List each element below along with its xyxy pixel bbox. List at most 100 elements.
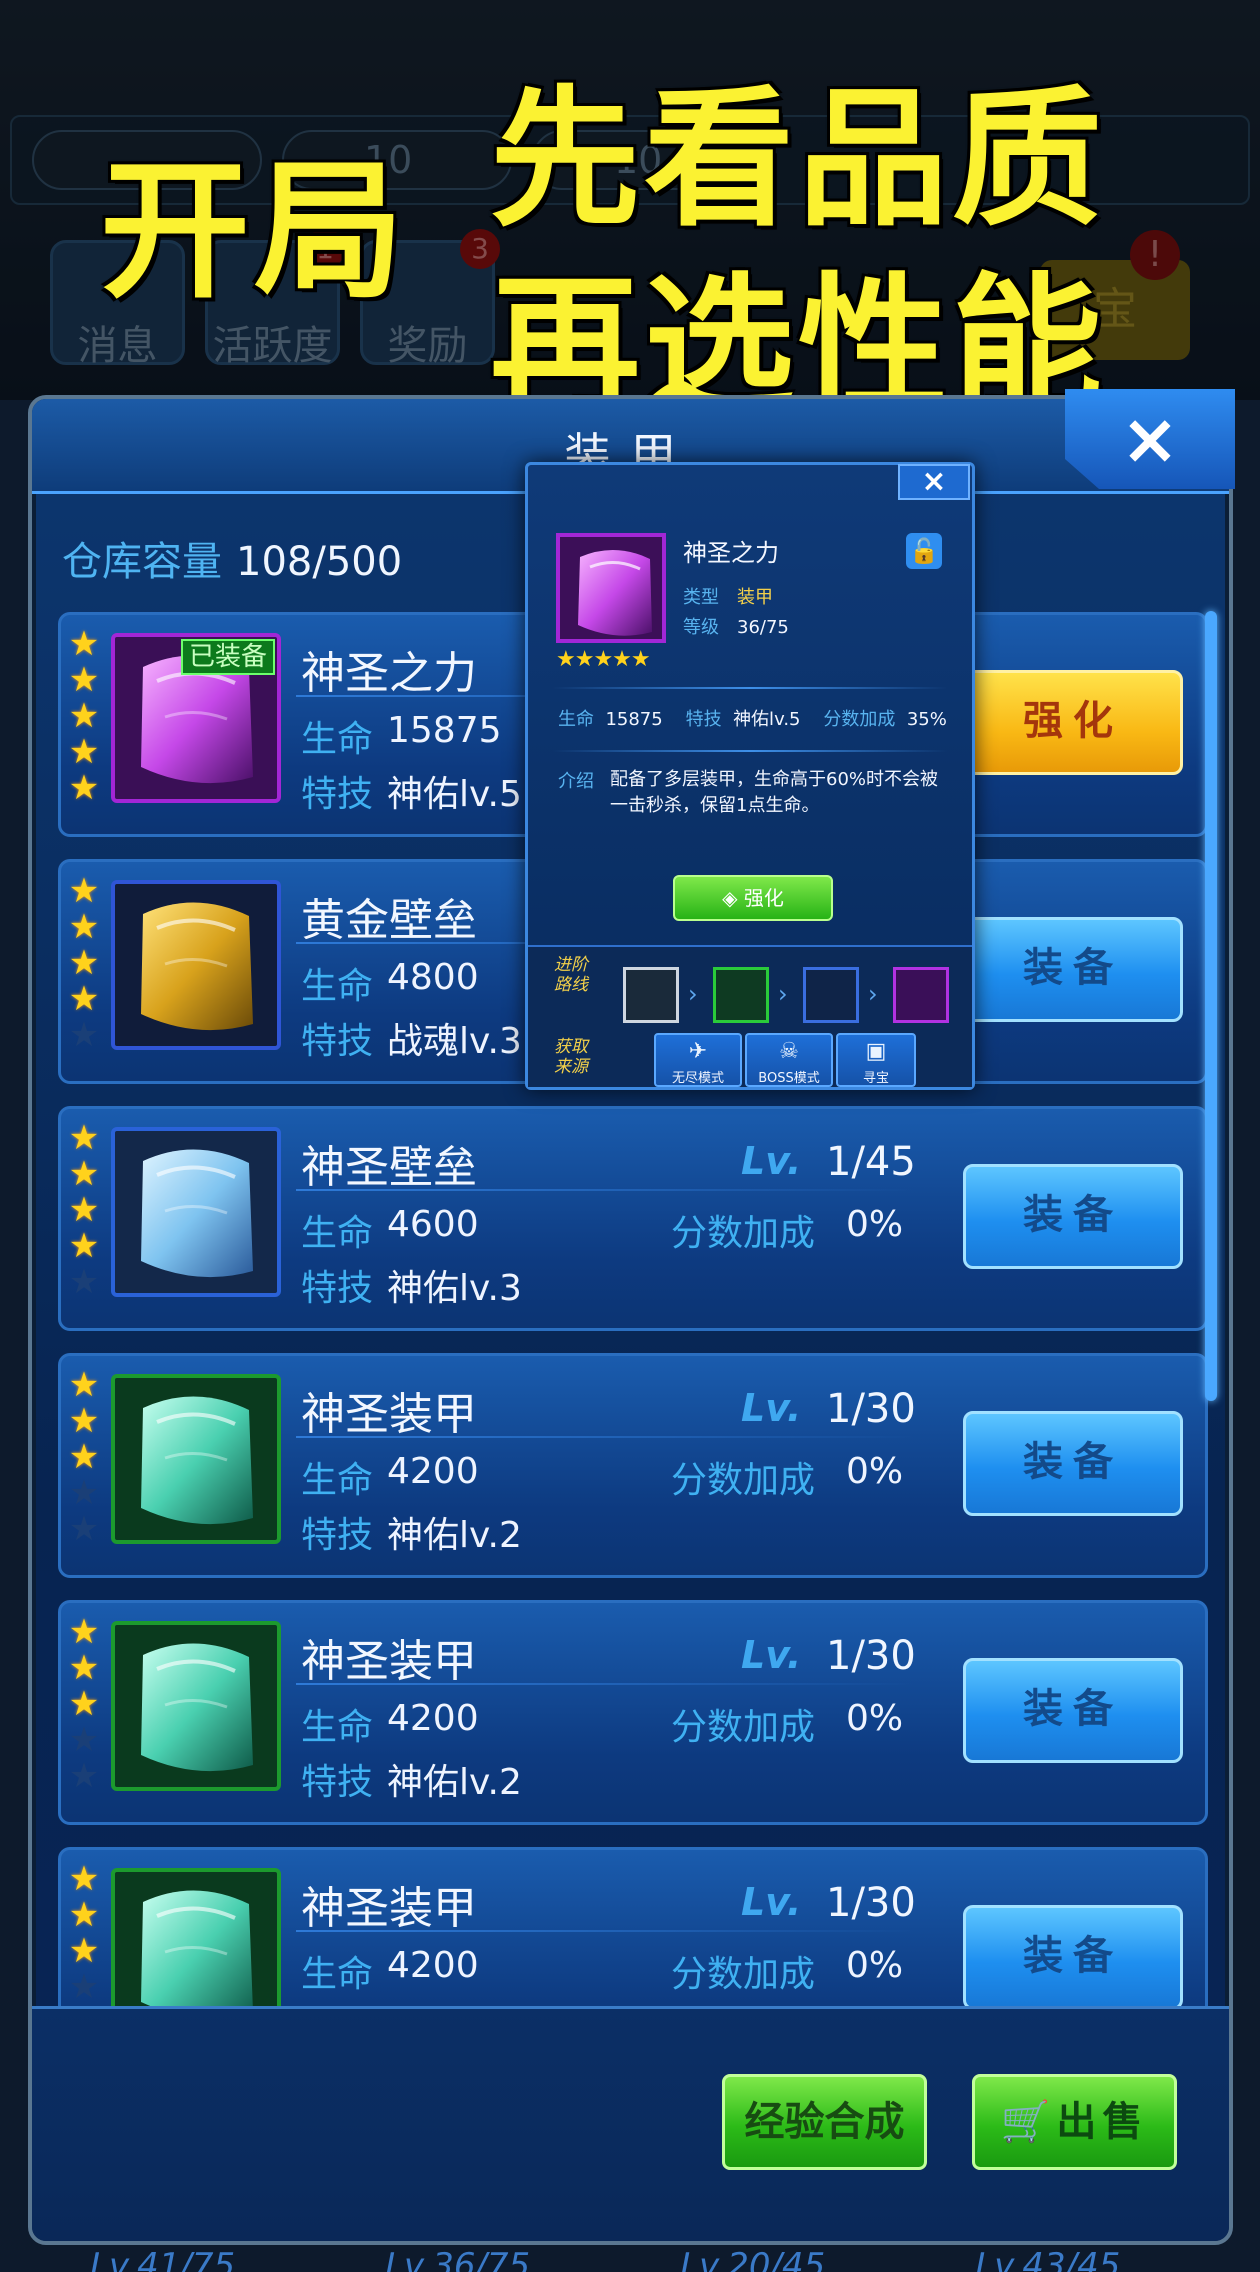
- popup-upgrade-button[interactable]: ◈ 强化: [673, 875, 833, 921]
- popup-separator: [553, 750, 947, 752]
- star-icon: ★: [68, 1015, 100, 1055]
- upgrade-icon: ◈: [722, 886, 744, 910]
- bonus-value: 0%: [846, 1204, 904, 1245]
- hp-label: 生命: [301, 719, 374, 760]
- level-text: Lv.43/45: [975, 2246, 1121, 2272]
- capacity-label: 仓库容量: [62, 539, 222, 585]
- equip-button[interactable]: 装备: [963, 917, 1183, 1022]
- equip-button[interactable]: 装备: [963, 1411, 1183, 1516]
- hp-label: 生命: [301, 1954, 374, 1995]
- source-label-text: BOSS模式: [758, 1071, 820, 1086]
- armor-card[interactable]: ★★★★★神圣装甲生命4200特技神佑lv.2Lv.1/30分数加成0%装备: [58, 1600, 1208, 1825]
- popup-close-icon[interactable]: ×: [898, 464, 970, 500]
- hp-label: 生命: [301, 1707, 374, 1748]
- cart-icon: 🛒: [1000, 2099, 1057, 2145]
- skill-label: 特技: [301, 1268, 374, 1309]
- star-icon: ★: [68, 1859, 100, 1899]
- stat-hp-label: 生命: [558, 709, 594, 730]
- stat-bonus-label: 分数加成: [823, 709, 896, 730]
- stat-skill-value: 神佑lv.5: [733, 709, 801, 730]
- route-armor-icon[interactable]: [713, 967, 769, 1023]
- star-icon: ★: [68, 1190, 100, 1230]
- popup-item-name: 神圣之力: [683, 539, 779, 567]
- armor-name: 神圣装甲: [301, 1883, 477, 1934]
- popup-stats-row: 生命 15875 特技 神佑lv.5 分数加成 35%: [558, 705, 947, 731]
- star-icon: ★: [68, 1365, 100, 1405]
- equip-button[interactable]: 装备: [963, 1905, 1183, 2010]
- item-armor-icon: [556, 533, 666, 643]
- hp-label: 生命: [301, 966, 374, 1007]
- divider: [296, 1930, 915, 1932]
- bonus-label: 分数加成: [671, 1460, 816, 1501]
- divider: [296, 1189, 915, 1191]
- star-icon: ★: [68, 1756, 100, 1796]
- star-icon: ★: [68, 1967, 100, 2007]
- star-icon: ★: [68, 1473, 100, 1513]
- type-label: 类型: [683, 587, 719, 608]
- star-icon: ★: [68, 768, 100, 808]
- hp-value: 4800: [387, 957, 479, 998]
- star-icon: ★: [68, 1401, 100, 1441]
- star-icon: ★: [68, 1612, 100, 1652]
- star-icon: ★: [68, 624, 100, 664]
- sell-button[interactable]: 🛒出售: [972, 2074, 1177, 2170]
- close-icon[interactable]: ×: [1065, 389, 1235, 489]
- route-armor-icon[interactable]: [893, 967, 949, 1023]
- star-icon: ★: [68, 1895, 100, 1935]
- skill-label: 特技: [301, 774, 374, 815]
- shortcut-label: 奖励: [387, 323, 468, 369]
- armor-name: 神圣装甲: [301, 1389, 477, 1440]
- panel-footer: 经验合成 🛒出售: [32, 2006, 1229, 2241]
- bonus-label: 分数加成: [671, 1707, 816, 1748]
- star-icon: ★: [68, 1648, 100, 1688]
- hp-label: 生命: [301, 1460, 374, 1501]
- source-endless-button[interactable]: ✈ 无尽模式: [654, 1033, 742, 1087]
- star-icon: ★: [68, 979, 100, 1019]
- armor-card[interactable]: ★★★★★神圣装甲生命4200特技神佑lv.2Lv.1/30分数加成0%装备: [58, 1353, 1208, 1578]
- star-icon: ★: [68, 1262, 100, 1302]
- background-level-row: Lv.41/75 Lv.36/75 Lv.20/45 Lv.43/45: [0, 2244, 1260, 2272]
- upgrade-button[interactable]: 强化: [963, 670, 1183, 775]
- source-treasure-button[interactable]: ▣ 寻宝: [836, 1033, 916, 1087]
- level-text: Lv.36/75: [385, 2246, 531, 2272]
- level-value: 1/30: [826, 1880, 916, 1926]
- alert-icon: !: [1130, 230, 1180, 280]
- chevron-right-icon: ›: [868, 980, 878, 1008]
- armor-name: 神圣装甲: [301, 1636, 477, 1687]
- level-tag: Lv.: [741, 1633, 802, 1677]
- star-icon: ★: [68, 1437, 100, 1477]
- scrollbar[interactable]: [1205, 611, 1217, 1401]
- armor-card[interactable]: ★★★★★神圣装甲生命4200特技神佑lv.2Lv.1/30分数加成0%装备: [58, 1847, 1208, 2027]
- equip-button[interactable]: 装备: [963, 1658, 1183, 1763]
- shortcut-label: 活跃度: [212, 323, 333, 369]
- route-armor-icon[interactable]: [623, 967, 679, 1023]
- equip-button[interactable]: 装备: [963, 1164, 1183, 1269]
- bonus-label: 分数加成: [671, 1213, 816, 1254]
- star-rating: ★★★★★: [67, 1615, 107, 1795]
- hp-label: 生命: [301, 1213, 374, 1254]
- star-icon: ★: [68, 1931, 100, 1971]
- chevron-right-icon: ›: [778, 980, 788, 1008]
- exp-merge-button[interactable]: 经验合成: [722, 2074, 927, 2170]
- route-armor-icon[interactable]: [803, 967, 859, 1023]
- star-icon: ★: [68, 1154, 100, 1194]
- level-label: 等级: [683, 617, 719, 638]
- skill-value: 神佑lv.3: [387, 1268, 522, 1309]
- armor-icon: [111, 1868, 281, 2027]
- storage-capacity: 仓库容量 108/500: [62, 529, 402, 587]
- lock-icon[interactable]: 🔓: [906, 533, 942, 569]
- skill-label: 特技: [301, 1021, 374, 1062]
- star-icon: ★: [68, 1684, 100, 1724]
- stat-bonus-value: 35%: [906, 709, 947, 730]
- source-label-text: 无尽模式: [671, 1071, 724, 1086]
- star-icon: ★: [68, 943, 100, 983]
- capacity-value: 108/500: [236, 539, 403, 585]
- skill-value: 神佑lv.5: [387, 774, 522, 815]
- source-boss-button[interactable]: ☠ BOSS模式: [745, 1033, 833, 1087]
- source-label-text: 寻宝: [862, 1071, 889, 1086]
- skill-value: 神佑lv.2: [387, 1762, 522, 1803]
- bonus-label: 分数加成: [671, 1954, 816, 1995]
- desc-label: 介绍: [558, 771, 594, 792]
- armor-card[interactable]: ★ ★ ★ ★ ★ 神圣壁垒 生命 4600 特技 神佑lv.3 Lv. 1/45 分数加成 0% 装备: [58, 1106, 1208, 1331]
- bonus-value: 0%: [846, 1698, 904, 1739]
